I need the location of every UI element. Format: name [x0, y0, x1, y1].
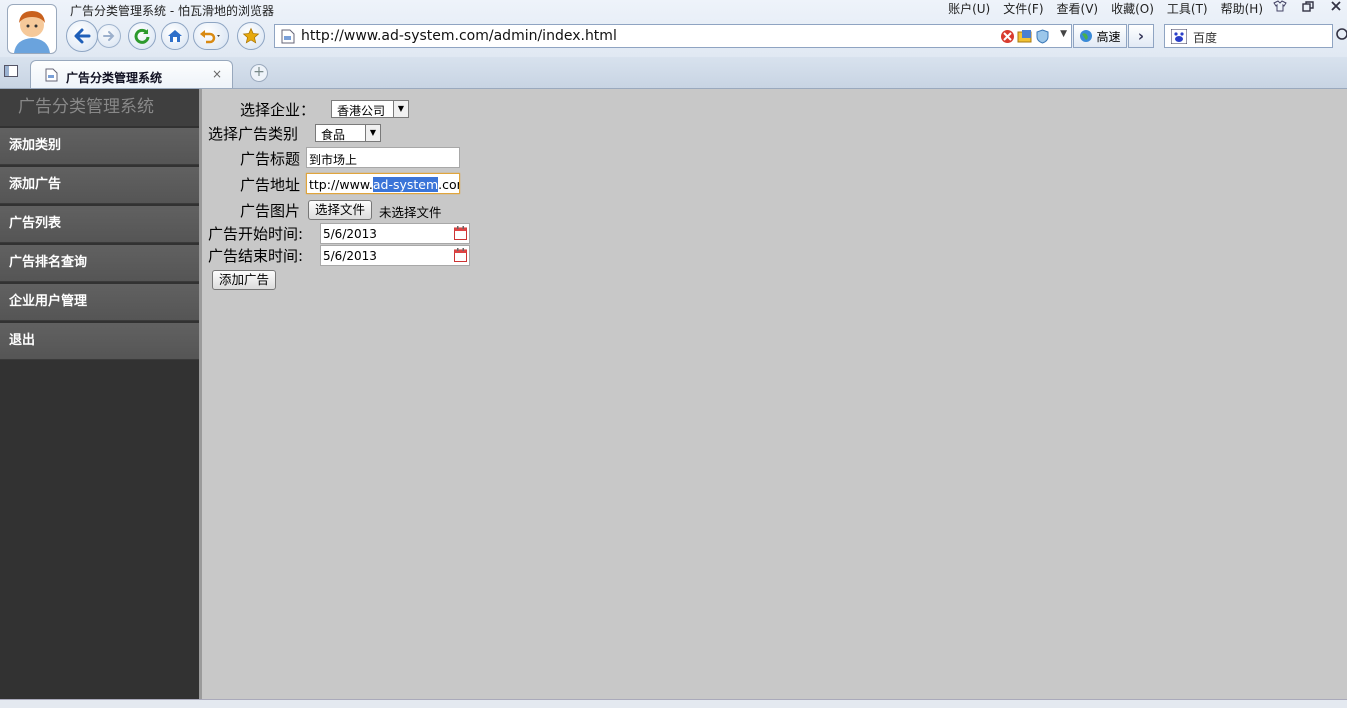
chevron-down-icon: ▼: [393, 101, 408, 117]
start-time-input[interactable]: 5/6/2013: [320, 223, 470, 244]
calendar-icon[interactable]: [454, 248, 467, 262]
chevron-right-icon: ›: [1137, 27, 1145, 45]
company-select-value: 香港公司: [337, 104, 386, 118]
ad-title-input[interactable]: 到市场上: [306, 147, 460, 168]
ad-url-label: 广告地址: [240, 176, 301, 194]
end-time-input[interactable]: 5/6/2013: [320, 245, 470, 266]
refresh-icon: [134, 28, 150, 44]
sidebar-title: 广告分类管理系统: [0, 89, 199, 126]
end-time-value: 5/6/2013: [323, 249, 377, 263]
speed-mode-button[interactable]: 高速: [1073, 24, 1127, 48]
sidebar-item-add-ad[interactable]: 添加广告: [0, 167, 199, 204]
speed-mode-label: 高速: [1096, 29, 1121, 44]
menu-bar: 账户(U) 文件(F) 查看(V) 收藏(O) 工具(T) 帮助(H): [935, 0, 1347, 16]
ad-title-label: 广告标题: [240, 150, 301, 168]
sidebar-item-ad-ranking[interactable]: 广告排名查询: [0, 245, 199, 282]
baidu-logo-icon: [1171, 29, 1187, 44]
browser-chrome: 广告分类管理系统 - 怕瓦滑地的浏览器 账户(U) 文件(F) 查看(V) 收藏…: [0, 0, 1347, 89]
skin-icon[interactable]: [1269, 0, 1291, 16]
category-label: 选择广告类别: [208, 125, 299, 143]
security-status-icon[interactable]: [1000, 29, 1015, 44]
end-time-label: 广告结束时间:: [208, 247, 304, 265]
menu-favorites[interactable]: 收藏(O): [1111, 0, 1154, 17]
menu-help[interactable]: 帮助(H): [1221, 0, 1263, 17]
search-box[interactable]: 百度: [1164, 24, 1333, 48]
sidebar-item-ad-list[interactable]: 广告列表: [0, 206, 199, 243]
search-engine-label: 百度: [1193, 31, 1218, 45]
company-label: 选择企业：: [240, 101, 316, 119]
undo-icon: [200, 30, 220, 44]
tab-strip: 广告分类管理系统 × +: [0, 57, 1347, 88]
ad-url-suffix: .com: [438, 177, 459, 192]
ad-url-input[interactable]: ttp://www.ad-system.com: [306, 173, 460, 194]
shield-icon[interactable]: [1036, 29, 1049, 44]
main-content: 选择企业： 香港公司 ▼ 选择广告类别 食品 ▼ 广告标题 到市场上 广告地址 …: [202, 89, 1347, 699]
bookmark-folder-icon[interactable]: [1017, 29, 1033, 44]
go-button[interactable]: ›: [1128, 24, 1154, 48]
sidebar: 广告分类管理系统 添加类别 添加广告 广告列表 广告排名查询 企业用户管理 退出: [0, 89, 202, 699]
back-arrow-icon: [74, 28, 91, 44]
sidebar-item-logout[interactable]: 退出: [0, 323, 199, 360]
sidebar-item-enterprise-users[interactable]: 企业用户管理: [0, 284, 199, 321]
sidebar-toggle-icon[interactable]: [4, 65, 18, 77]
tab-active[interactable]: 广告分类管理系统 ×: [30, 60, 233, 88]
window-title: 广告分类管理系统 - 怕瓦滑地的浏览器: [70, 4, 274, 18]
address-bar[interactable]: http://www.ad-system.com/admin/index.htm…: [274, 24, 1072, 48]
start-time-value: 5/6/2013: [323, 227, 377, 241]
chevron-down-icon: ▼: [365, 125, 380, 141]
company-select[interactable]: 香港公司 ▼: [331, 100, 409, 118]
home-icon: [168, 30, 182, 42]
undo-close-button[interactable]: [193, 22, 229, 50]
choose-file-button[interactable]: 选择文件: [308, 200, 373, 220]
favorite-button[interactable]: [237, 22, 265, 50]
address-dropdown-icon[interactable]: ▼: [1060, 29, 1067, 39]
category-select-value: 食品: [321, 128, 346, 142]
sidebar-item-add-category[interactable]: 添加类别: [0, 128, 199, 165]
menu-account[interactable]: 账户(U): [948, 0, 990, 17]
close-window-icon[interactable]: [1325, 0, 1347, 16]
forward-arrow-icon: [103, 31, 115, 41]
forward-button[interactable]: [97, 24, 121, 48]
user-avatar-icon[interactable]: [7, 4, 57, 54]
star-icon: [242, 27, 260, 44]
restore-window-icon[interactable]: [1297, 0, 1319, 16]
ad-image-label: 广告图片: [240, 202, 301, 220]
search-icon: [1336, 28, 1347, 40]
file-status-text: 未选择文件: [379, 205, 442, 220]
address-input[interactable]: http://www.ad-system.com/admin/index.htm…: [301, 28, 617, 44]
new-tab-button[interactable]: +: [250, 64, 268, 82]
category-select[interactable]: 食品 ▼: [315, 124, 381, 142]
add-ad-submit-button[interactable]: 添加广告: [212, 270, 277, 290]
ad-url-selection: ad-system: [372, 177, 439, 192]
search-button[interactable]: [1334, 24, 1347, 48]
ad-url-prefix: ttp://www.: [309, 177, 373, 192]
menu-tools[interactable]: 工具(T): [1167, 0, 1208, 17]
tab-page-icon: [45, 68, 58, 82]
page-icon: [281, 29, 295, 44]
refresh-button[interactable]: [128, 22, 156, 50]
globe-icon: [1080, 30, 1093, 42]
tab-close-icon[interactable]: ×: [212, 67, 222, 81]
back-button[interactable]: [66, 20, 98, 52]
menu-file[interactable]: 文件(F): [1003, 0, 1043, 17]
start-time-label: 广告开始时间:: [208, 225, 304, 243]
menu-view[interactable]: 查看(V): [1057, 0, 1099, 17]
home-button[interactable]: [161, 22, 189, 50]
calendar-icon[interactable]: [454, 226, 467, 240]
tab-title: 广告分类管理系统: [66, 71, 163, 85]
